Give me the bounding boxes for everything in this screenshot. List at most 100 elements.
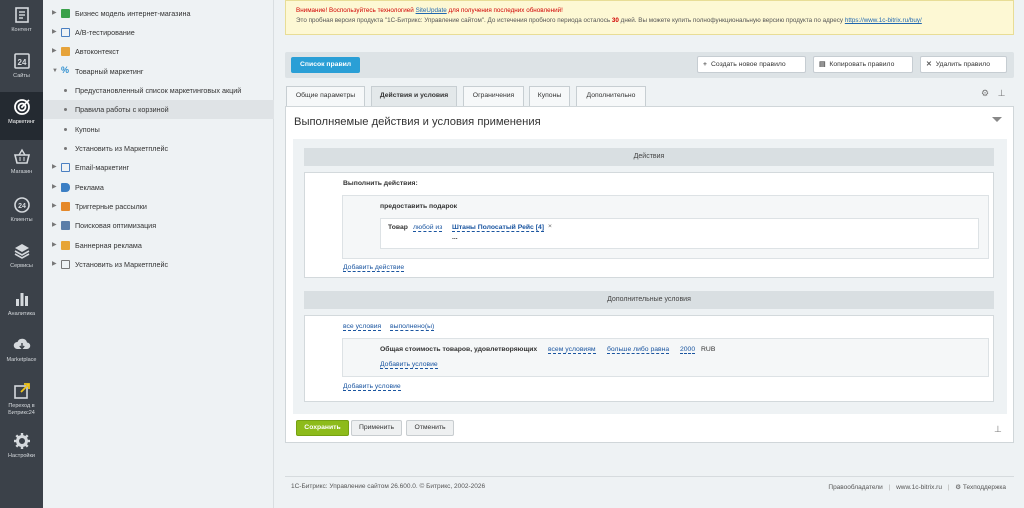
- add-action-link[interactable]: Добавить действие: [343, 264, 405, 272]
- context-toolbar: Список правил + Создать новое правило ▤ Ко…: [285, 52, 1014, 78]
- menu-item-seo[interactable]: ▶ Поисковая оптимизация: [43, 216, 274, 235]
- chevron-right-icon[interactable]: ▶: [52, 236, 57, 255]
- menu-item-label: Email-маркетинг: [75, 163, 130, 172]
- pin-icon[interactable]: ⊥: [994, 424, 1002, 435]
- seo-icon: [61, 221, 70, 230]
- chevron-right-icon[interactable]: ▶: [52, 255, 57, 274]
- tab-general[interactable]: Общие параметры: [286, 86, 365, 106]
- gift-action-block: предоставить подарок Товар любой из Штан…: [342, 195, 989, 259]
- rules-list-button[interactable]: Список правил: [291, 57, 361, 73]
- menu-item-trigger-mailings[interactable]: ▶ Триггерные рассылки: [43, 197, 274, 216]
- bar-chart-icon: [13, 290, 31, 308]
- total-cost-label: Общая стоимость товаров, удовлетворяющих: [380, 346, 538, 353]
- rule-edit-panel: Выполняемые действия и условия применени…: [285, 106, 1014, 443]
- notice-text: Внимание! Воспользуйтесь технологией: [296, 7, 416, 14]
- add-condition-link[interactable]: Добавить условие: [343, 383, 401, 391]
- gear-icon: [13, 432, 31, 450]
- chevron-down-icon[interactable]: ▼: [52, 62, 58, 81]
- tab-actions-conditions[interactable]: Действия и условия: [371, 86, 457, 106]
- sidebar-item-sites[interactable]: 24 Сайты: [0, 46, 43, 90]
- all-conditions-select[interactable]: все условия: [343, 323, 382, 331]
- any-of-select[interactable]: любой из: [413, 224, 443, 232]
- cart-icon: [61, 260, 70, 269]
- notice-line-2: Это пробная версия продукта "1С-Битрикс:…: [296, 16, 1003, 26]
- menu-item-basket-rules[interactable]: Правила работы с корзиной: [43, 100, 274, 119]
- tab-tools: ⚙ ⊥: [981, 88, 1005, 99]
- product-value-link[interactable]: Штаны Полосатый Рейс [4]: [452, 224, 545, 232]
- chevron-right-icon[interactable]: ▶: [52, 42, 57, 61]
- site-link[interactable]: www.1c-bitrix.ru: [896, 484, 942, 491]
- sidebar-item-shop[interactable]: Магазин: [0, 142, 43, 186]
- menu-item-install-marketplace-1[interactable]: Установить из Маркетплейс: [43, 139, 274, 158]
- save-button[interactable]: Сохранить: [296, 420, 349, 436]
- sidebar-item-label: Контент: [11, 27, 32, 33]
- pin-icon[interactable]: ⊥: [998, 88, 1006, 98]
- bullet-icon: [64, 108, 67, 111]
- chevron-right-icon[interactable]: ▶: [52, 23, 57, 42]
- product-label: Товар: [388, 224, 408, 231]
- menu-item-product-marketing[interactable]: ▼ % Товарный маркетинг: [43, 62, 274, 81]
- sidebar-item-label: Аналитика: [7, 311, 36, 317]
- tab-coupons[interactable]: Купоны: [529, 86, 570, 106]
- collapse-chevron-icon[interactable]: [992, 117, 1002, 122]
- buy-link[interactable]: https://www.1c-bitrix.ru/buy/: [845, 17, 922, 24]
- percent-icon: %: [61, 65, 70, 75]
- tab-restrictions[interactable]: Ограничения: [463, 86, 524, 106]
- sidebar-item-settings[interactable]: Настройки: [0, 426, 43, 470]
- menu-item-autocontext[interactable]: ▶ Автоконтекст: [43, 42, 274, 61]
- svg-text:24: 24: [18, 203, 26, 210]
- menu-item-email-marketing[interactable]: ▶ Email-маркетинг: [43, 158, 274, 177]
- add-inner-condition-link[interactable]: Добавить условие: [380, 361, 438, 369]
- apply-button[interactable]: Применить: [351, 420, 402, 436]
- chevron-right-icon[interactable]: ▶: [52, 158, 57, 177]
- siteupdate-link[interactable]: SiteUpdate: [416, 7, 447, 14]
- close-icon: ✕: [926, 61, 932, 68]
- sidebar-item-services[interactable]: Сервисы: [0, 236, 43, 280]
- sidebar-item-content[interactable]: Контент: [0, 0, 43, 44]
- more-products-link[interactable]: ...: [452, 234, 458, 241]
- sidebar-item-bitrix24[interactable]: Переход в Битрикс24: [0, 376, 43, 430]
- chevron-right-icon[interactable]: ▶: [52, 216, 57, 235]
- compare-operator-select[interactable]: больше либо равна: [607, 346, 670, 354]
- menu-item-coupons[interactable]: Купоны: [43, 120, 274, 139]
- fulfilled-select[interactable]: выполнено(ы): [390, 323, 435, 331]
- remove-product-icon[interactable]: ×: [548, 223, 552, 230]
- support-link[interactable]: Техподдержка: [963, 484, 1006, 491]
- cancel-button[interactable]: Отменить: [406, 420, 454, 436]
- trial-notice: Внимание! Воспользуйтесь технологией Sit…: [285, 0, 1014, 35]
- banner-icon: [61, 241, 70, 250]
- chevron-right-icon[interactable]: ▶: [52, 178, 57, 197]
- sidebar-item-marketplace[interactable]: Marketplace: [0, 330, 43, 374]
- sidebar-item-analytics[interactable]: Аналитика: [0, 284, 43, 328]
- rights-link[interactable]: Правообладатели: [828, 484, 882, 491]
- menu-item-preset-actions[interactable]: Предустановленный список маркетинговых а…: [43, 81, 274, 100]
- chevron-right-icon[interactable]: ▶: [52, 4, 57, 23]
- tab-additional[interactable]: Дополнительно: [576, 86, 646, 106]
- notice-text: для получения последних обновлений!: [446, 7, 563, 14]
- menu-tree: ▶ Бизнес модель интернет-магазина ▶ A/B-…: [43, 0, 274, 508]
- menu-item-ab-testing[interactable]: ▶ A/B-тестирование: [43, 23, 274, 42]
- menu-item-install-marketplace-2[interactable]: ▶ Установить из Маркетплейс: [43, 255, 274, 274]
- actions-header: Действия: [304, 148, 994, 166]
- sidebar-item-marketing[interactable]: Маркетинг: [0, 92, 43, 140]
- menu-item-label: Установить из Маркетплейс: [75, 260, 169, 269]
- business-model-icon: [61, 9, 70, 18]
- product-condition: Товар любой из Штаны Полосатый Рейс [4] …: [380, 218, 979, 249]
- create-rule-button[interactable]: + Создать новое правило: [697, 56, 806, 73]
- menu-item-label: Поисковая оптимизация: [75, 221, 157, 230]
- conditions-header: Дополнительные условия: [304, 291, 994, 309]
- sidebar-item-label: Настройки: [8, 453, 35, 459]
- copy-rule-button[interactable]: ▤ Копировать правило: [813, 56, 913, 73]
- chevron-right-icon[interactable]: ▶: [52, 197, 57, 216]
- menu-item-business-model[interactable]: ▶ Бизнес модель интернет-магазина: [43, 4, 274, 23]
- menu-item-label: Правила работы с корзиной: [75, 105, 169, 114]
- menu-item-banner-ads[interactable]: ▶ Баннерная реклама: [43, 236, 274, 255]
- menu-item-advertising[interactable]: ▶ Реклама: [43, 178, 274, 197]
- delete-rule-button[interactable]: ✕ Удалить правило: [920, 56, 1007, 73]
- support-gear-icon: ⚙: [955, 484, 962, 491]
- sidebar-item-clients[interactable]: 24 Клиенты: [0, 190, 43, 234]
- amount-value[interactable]: 2000: [680, 346, 696, 354]
- gear-icon[interactable]: ⚙: [981, 88, 989, 98]
- all-conditions-2-select[interactable]: всем условиям: [548, 346, 596, 354]
- ab-test-icon: [61, 28, 70, 37]
